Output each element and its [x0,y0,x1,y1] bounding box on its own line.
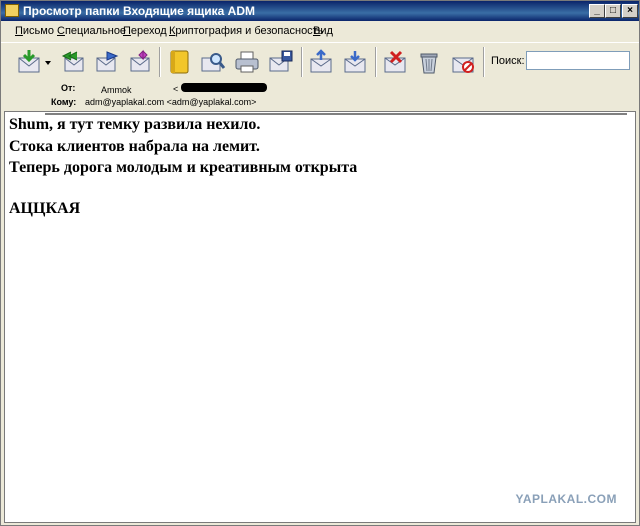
delete-icon[interactable] [381,48,409,76]
minimize-button[interactable]: _ [589,4,605,18]
search-input[interactable] [526,51,630,70]
from-name[interactable]: Ammok [101,85,132,95]
forward-icon[interactable] [93,48,121,76]
envelope-icon [5,4,19,17]
to-label: Кому: [51,97,77,107]
toolbar-separator [301,47,303,77]
mail-viewer-window: Просмотр папки Входящие ящика ADM _ □ × … [0,0,640,526]
menu-letter[interactable]: Письмо [15,25,54,37]
toolbar-separator [483,47,485,77]
message-line: Shum, я тут темку развила нехило. [9,116,261,133]
window-title: Просмотр папки Входящие ящика ADM [23,4,256,18]
message-body[interactable]: Shum, я тут темку развила нехило. Стока … [4,111,636,523]
maximize-button[interactable]: □ [605,4,621,18]
menu-view[interactable]: Вид [313,25,333,37]
copy-icon[interactable] [341,48,369,76]
move-icon[interactable] [307,48,335,76]
address-book-icon[interactable] [165,48,193,76]
receive-icon[interactable] [15,48,43,76]
message-line: Стока клиентов набрала на лемит. [9,138,260,155]
message-line: Теперь дорога молодым и креативным откры… [9,159,358,176]
compose-icon[interactable] [127,48,155,76]
menu-bar: Письмо Специальное Переход Криптография … [1,21,639,42]
junk-icon[interactable] [449,48,477,76]
header-divider [45,113,627,115]
from-email[interactable]: < [173,84,178,94]
menu-special[interactable]: Специальное [57,25,126,37]
close-button[interactable]: × [622,4,638,18]
to-value[interactable]: adm@yaplakal.com <adm@yaplakal.com> [85,97,256,107]
trash-icon[interactable] [415,48,443,76]
reply-all-icon[interactable] [59,48,87,76]
find-icon[interactable] [199,48,227,76]
save-icon[interactable] [267,48,295,76]
toolbar: Поиск: [1,42,639,82]
redacted-email [181,83,267,92]
toolbar-separator [159,47,161,77]
message-headers: От: Ammok < Кому: adm@yaplakal.com <adm@… [1,81,639,111]
menu-crypto[interactable]: Криптография и безопасность [169,25,323,37]
dropdown-arrow-icon[interactable] [43,48,53,76]
print-icon[interactable] [233,48,261,76]
toolbar-separator [375,47,377,77]
menu-go[interactable]: Переход [123,25,167,37]
title-bar[interactable]: Просмотр папки Входящие ящика ADM _ □ × [1,1,639,21]
watermark: YAPLAKAL.COM [515,492,617,506]
message-signature: АЦЦКАЯ [9,200,81,217]
from-label: От: [61,83,76,93]
search-label: Поиск: [491,55,525,67]
